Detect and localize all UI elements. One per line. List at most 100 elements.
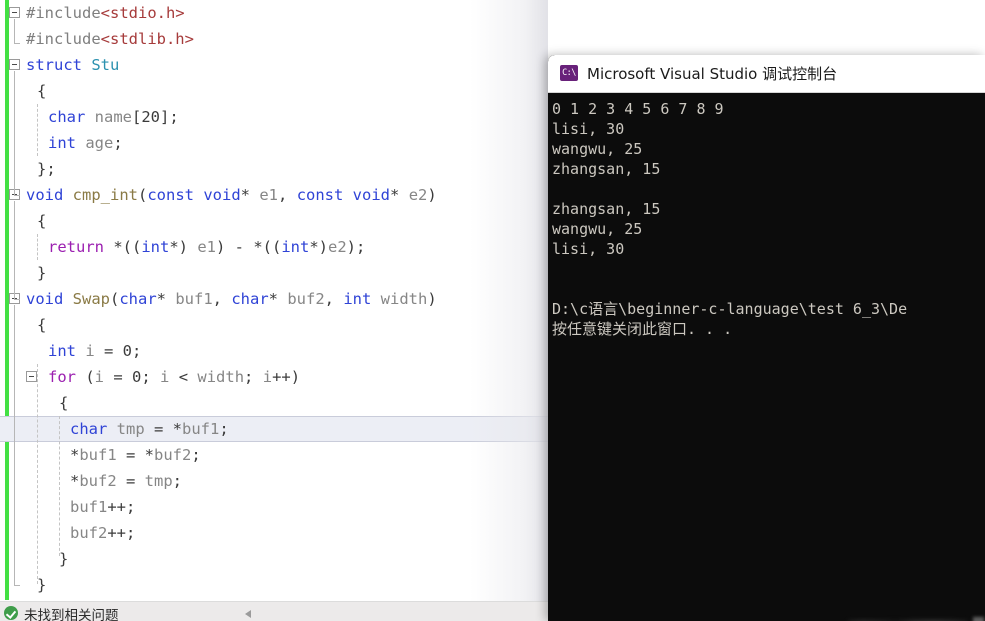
code-line-text: struct Stu bbox=[26, 52, 119, 78]
code-token: ; bbox=[244, 368, 263, 386]
code-line[interactable]: #include<stdio.h> bbox=[0, 0, 985, 26]
code-token: *) bbox=[169, 238, 198, 256]
code-line-text: { bbox=[37, 78, 46, 104]
outline-guide bbox=[14, 71, 15, 195]
check-circle-icon bbox=[4, 606, 18, 620]
code-token: ; bbox=[191, 446, 201, 464]
console-output-line: wangwu, 25 bbox=[552, 220, 643, 238]
code-token: i bbox=[160, 368, 170, 386]
code-token: #include bbox=[26, 30, 101, 48]
code-token: ; bbox=[172, 472, 183, 490]
code-token: int bbox=[48, 342, 76, 360]
code-token: , bbox=[278, 186, 297, 204]
code-line-text: #include<stdlib.h> bbox=[26, 26, 194, 52]
code-token: buf1 bbox=[175, 290, 213, 308]
outline-guide-end bbox=[14, 43, 20, 44]
indent-guide bbox=[37, 234, 38, 260]
code-token: void bbox=[26, 186, 73, 204]
code-token: [ bbox=[132, 108, 142, 126]
code-token: ; bbox=[141, 368, 161, 386]
outline-guide bbox=[14, 19, 15, 43]
code-token: { bbox=[59, 394, 69, 412]
outline-collapse-icon[interactable] bbox=[9, 7, 20, 18]
console-output-line: lisi, 30 bbox=[552, 120, 625, 138]
code-token: * bbox=[268, 290, 288, 308]
code-token: ); bbox=[346, 238, 366, 256]
code-token: = * bbox=[144, 420, 182, 438]
code-token: i bbox=[76, 342, 95, 360]
console-title-bar[interactable]: C:\ Microsoft Visual Studio 调试控制台 bbox=[548, 55, 985, 93]
collapse-caret-icon[interactable] bbox=[245, 610, 251, 618]
code-token: ) bbox=[427, 290, 437, 308]
console-output-area[interactable]: 0 1 2 3 4 5 6 7 8 9 lisi, 30 wangwu, 25 zha… bbox=[548, 93, 985, 621]
code-token: buf1 bbox=[70, 498, 108, 516]
code-line-text: int age; bbox=[48, 130, 123, 156]
code-token: { bbox=[37, 316, 47, 334]
code-token: e2 bbox=[328, 238, 347, 256]
status-message: 未找到相关问题 bbox=[24, 608, 119, 621]
code-token: ; bbox=[219, 420, 229, 438]
code-token: = * bbox=[116, 446, 154, 464]
code-token: * bbox=[390, 186, 409, 204]
cmd-prompt-icon: C:\ bbox=[560, 65, 578, 81]
outline-collapse-icon[interactable] bbox=[9, 59, 20, 70]
code-token: struct bbox=[26, 56, 92, 74]
code-token: void bbox=[26, 290, 73, 308]
code-token: ( bbox=[85, 368, 95, 386]
console-output-line: zhangsan, 15 bbox=[552, 200, 661, 218]
code-line[interactable]: #include<stdlib.h> bbox=[0, 26, 985, 52]
code-line-text: } bbox=[59, 546, 68, 572]
outline-guide-end bbox=[14, 585, 20, 586]
code-token: ++; bbox=[107, 498, 136, 516]
code-token: ++) bbox=[272, 368, 301, 386]
code-token: 20 bbox=[141, 108, 161, 126]
console-output-line: zhangsan, 15 bbox=[552, 160, 661, 178]
code-token: * bbox=[156, 290, 176, 308]
code-token: #include bbox=[26, 4, 101, 22]
outline-guide bbox=[14, 201, 15, 299]
code-token: for bbox=[48, 368, 86, 386]
code-token: ; bbox=[132, 342, 142, 360]
code-line-text: char name[20]; bbox=[48, 104, 179, 130]
code-line-text: #include<stdio.h> bbox=[26, 0, 185, 26]
code-line-text: char tmp = *buf1; bbox=[70, 417, 229, 441]
code-line-text: void Swap(char* buf1, char* buf2, int wi… bbox=[26, 286, 437, 312]
code-line-text: void cmp_int(const void* e1, const void*… bbox=[26, 182, 437, 208]
console-output-line: 按任意键关闭此窗口. . . bbox=[552, 320, 733, 338]
code-token: }; bbox=[37, 160, 56, 178]
code-line-text: } bbox=[37, 260, 46, 286]
code-token: int bbox=[48, 134, 76, 152]
code-token: width bbox=[197, 368, 245, 386]
code-token: } bbox=[59, 550, 69, 568]
code-token: e1 bbox=[259, 186, 279, 204]
code-token: buf2 bbox=[287, 290, 325, 308]
console-output-line: wangwu, 25 bbox=[552, 140, 643, 158]
code-token: ) bbox=[427, 186, 437, 204]
code-token: const void bbox=[296, 186, 391, 204]
code-token: age bbox=[76, 134, 114, 152]
code-token: = bbox=[116, 472, 145, 490]
code-token: ]; bbox=[160, 108, 179, 126]
code-token: buf1 bbox=[181, 420, 220, 438]
code-token: buf1 bbox=[79, 446, 117, 464]
code-token: 0 bbox=[122, 342, 133, 360]
code-token: cmp_int bbox=[72, 186, 138, 204]
code-token: 0 bbox=[132, 368, 142, 386]
code-line-text: for (i = 0; i < width; i++) bbox=[48, 364, 300, 390]
code-token: char bbox=[231, 290, 269, 308]
outline-collapse-icon[interactable] bbox=[26, 371, 37, 382]
code-line-text: { bbox=[37, 208, 46, 234]
outline-guide-end bbox=[14, 299, 20, 300]
code-token: , bbox=[324, 290, 344, 308]
code-token: } bbox=[37, 264, 47, 282]
code-token: Stu bbox=[91, 56, 120, 74]
console-output-line: 0 1 2 3 4 5 6 7 8 9 bbox=[552, 100, 724, 118]
console-window[interactable]: C:\ Microsoft Visual Studio 调试控制台 0 1 2 … bbox=[548, 55, 985, 621]
code-token: tmp bbox=[107, 420, 145, 438]
code-token: <stdlib.h> bbox=[100, 30, 194, 48]
code-token: * bbox=[70, 472, 80, 490]
code-token: e2 bbox=[408, 186, 428, 204]
code-line-text: } bbox=[37, 572, 46, 598]
